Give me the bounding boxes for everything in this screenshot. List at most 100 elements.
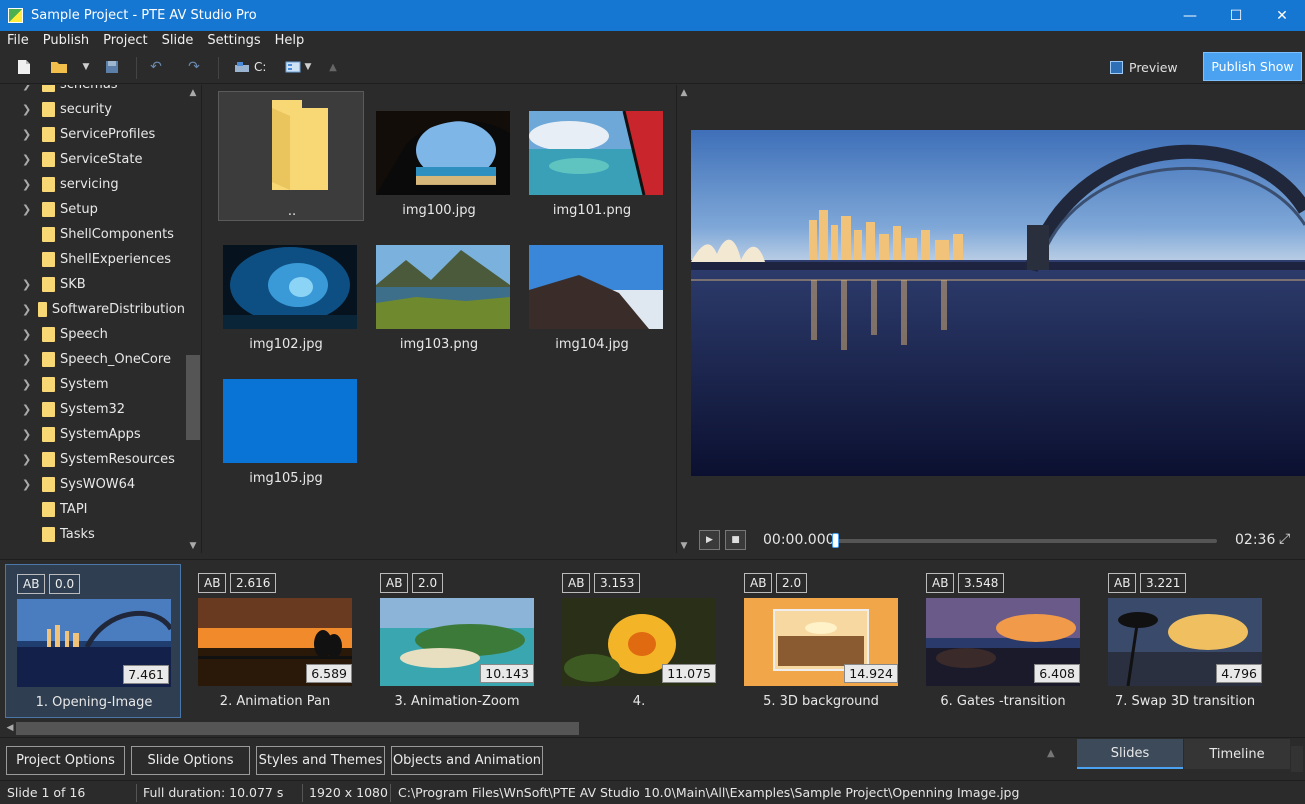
file-item-parent-folder[interactable]: .. xyxy=(218,91,364,221)
tree-item[interactable]: ❯ security xyxy=(0,97,185,122)
folder-tree-scroll-thumb[interactable] xyxy=(186,355,200,440)
tree-item[interactable]: ❯ Speech xyxy=(0,322,185,347)
slide-card[interactable]: AB 2.616 6.589 2. Animation Pan xyxy=(187,564,363,718)
transition-duration-badge[interactable]: 0.0 xyxy=(49,574,81,594)
objects-animation-button[interactable]: Objects and Animation xyxy=(391,746,543,775)
transition-duration-badge[interactable]: 3.548 xyxy=(958,573,1005,593)
tree-item[interactable]: ❯TAPI xyxy=(0,497,185,522)
tree-item[interactable]: ❯ShellComponents xyxy=(0,222,185,247)
slide-card[interactable]: AB 3.153 11.075 4. xyxy=(551,564,727,718)
menu-slide[interactable]: Slide xyxy=(155,31,201,51)
chevron-right-icon[interactable]: ❯ xyxy=(22,428,36,441)
undo-icon[interactable]: ↶ xyxy=(146,57,166,77)
slide-card[interactable]: AB 3.221 4.796 7. Swap 3D transition xyxy=(1097,564,1273,718)
publish-show-button[interactable]: Publish Show xyxy=(1203,52,1302,81)
transition-duration-badge[interactable]: 2.0 xyxy=(412,573,444,593)
menu-settings[interactable]: Settings xyxy=(200,31,267,51)
slide-options-button[interactable]: Slide Options xyxy=(131,746,250,775)
redo-icon[interactable]: ↷ xyxy=(184,57,204,77)
transition-type-badge[interactable]: AB xyxy=(562,573,591,593)
chevron-right-icon[interactable]: ❯ xyxy=(22,478,36,491)
stop-icon[interactable]: ■ xyxy=(725,530,746,550)
scroll-down-arrow-icon[interactable]: ▼ xyxy=(185,539,201,553)
collapse-arrow-icon[interactable]: ▲ xyxy=(1047,748,1055,759)
file-item-img101[interactable]: img101.png xyxy=(519,91,665,221)
tree-item[interactable]: ❯ Setup xyxy=(0,197,185,222)
chevron-right-icon[interactable]: ❯ xyxy=(22,128,36,141)
chevron-right-icon[interactable]: ❯ xyxy=(22,303,32,316)
menu-file[interactable]: File xyxy=(0,31,36,51)
slide-card[interactable]: AB 3.548 6.408 6. Gates -transition xyxy=(915,564,1091,718)
chevron-right-icon[interactable]: ❯ xyxy=(22,203,36,216)
slide-card[interactable]: AB 0.0 7.461 1. Opening-Image xyxy=(5,564,181,718)
scroll-up-arrow-icon[interactable]: ▲ xyxy=(676,86,692,100)
tree-item[interactable]: ❯ShellExperiences xyxy=(0,247,185,272)
tree-item[interactable]: ❯ System32 xyxy=(0,397,185,422)
scroll-up-arrow-icon[interactable]: ▲ xyxy=(185,86,201,100)
file-browser-scrollbar[interactable] xyxy=(676,85,690,553)
view-mode-dropdown-icon[interactable]: ▼ xyxy=(298,57,318,77)
tree-item[interactable]: ❯ SystemApps xyxy=(0,422,185,447)
minimize-button[interactable]: — xyxy=(1167,0,1213,31)
preview-image[interactable] xyxy=(691,130,1305,476)
transition-duration-badge[interactable]: 2.0 xyxy=(776,573,808,593)
menu-publish[interactable]: Publish xyxy=(36,31,96,51)
chevron-right-icon[interactable]: ❯ xyxy=(22,453,36,466)
file-item-img100[interactable]: img100.jpg xyxy=(366,91,512,221)
tree-item[interactable]: ❯ schemas xyxy=(0,85,185,97)
save-icon[interactable] xyxy=(102,57,122,77)
styles-themes-button[interactable]: Styles and Themes xyxy=(256,746,385,775)
chevron-right-icon[interactable]: ❯ xyxy=(22,378,36,391)
maximize-button[interactable]: ☐ xyxy=(1213,0,1259,31)
file-item-img102[interactable]: img102.jpg xyxy=(213,225,359,355)
tree-item[interactable]: ❯ SysWOW64 xyxy=(0,472,185,497)
tree-item[interactable]: ❯ SoftwareDistribution xyxy=(0,297,185,322)
transition-type-badge[interactable]: AB xyxy=(926,573,955,593)
file-item-img105[interactable]: img105.jpg xyxy=(213,359,359,489)
transition-type-badge[interactable]: AB xyxy=(17,574,46,594)
chevron-right-icon[interactable]: ❯ xyxy=(22,353,36,366)
slide-card[interactable]: AB 2.0 14.924 5. 3D background xyxy=(733,564,909,718)
seek-knob[interactable] xyxy=(832,533,839,548)
chevron-right-icon[interactable]: ❯ xyxy=(22,178,36,191)
scroll-down-arrow-icon[interactable]: ▼ xyxy=(676,539,692,553)
preview-button[interactable]: Preview xyxy=(1100,54,1196,81)
transition-type-badge[interactable]: AB xyxy=(198,573,227,593)
transition-type-badge[interactable]: AB xyxy=(744,573,773,593)
tree-item[interactable]: ❯ servicing xyxy=(0,172,185,197)
tab-timeline[interactable]: Timeline xyxy=(1184,739,1290,769)
tree-item[interactable]: ❯ ServiceProfiles xyxy=(0,122,185,147)
drive-icon[interactable] xyxy=(232,57,252,77)
play-icon[interactable]: ▶ xyxy=(699,530,720,550)
transition-duration-badge[interactable]: 3.221 xyxy=(1140,573,1187,593)
new-file-icon[interactable] xyxy=(14,57,34,77)
chevron-right-icon[interactable]: ❯ xyxy=(22,153,36,166)
slides-scroll-thumb[interactable] xyxy=(16,722,579,735)
chevron-right-icon[interactable]: ❯ xyxy=(22,103,36,116)
tree-item[interactable]: ❯ Speech_OneCore xyxy=(0,347,185,372)
transition-duration-badge[interactable]: 3.153 xyxy=(594,573,641,593)
menu-help[interactable]: Help xyxy=(268,31,312,51)
tree-item[interactable]: ❯ System xyxy=(0,372,185,397)
slide-card[interactable]: AB 2.0 10.143 3. Animation-Zoom xyxy=(369,564,545,718)
tree-item[interactable]: ❯ SystemResources xyxy=(0,447,185,472)
project-options-button[interactable]: Project Options xyxy=(6,746,125,775)
tab-scroll-handle[interactable] xyxy=(1291,746,1303,772)
transition-duration-badge[interactable]: 2.616 xyxy=(230,573,277,593)
seek-bar[interactable] xyxy=(835,539,1217,543)
tree-item[interactable]: ❯ SKB xyxy=(0,272,185,297)
transition-type-badge[interactable]: AB xyxy=(380,573,409,593)
folder-up-icon[interactable]: ▲ xyxy=(323,57,343,77)
chevron-right-icon[interactable]: ❯ xyxy=(22,328,36,341)
tree-item[interactable]: ❯ ServiceState xyxy=(0,147,185,172)
tab-slides[interactable]: Slides xyxy=(1077,739,1183,769)
chevron-right-icon[interactable]: ❯ xyxy=(22,403,36,416)
fullscreen-icon[interactable]: ⤢ xyxy=(1279,531,1290,547)
folder-tree-scrollbar[interactable] xyxy=(185,85,201,553)
tree-item[interactable]: ❯Tasks xyxy=(0,522,185,547)
chevron-right-icon[interactable]: ❯ xyxy=(22,85,36,91)
drive-label[interactable]: C: xyxy=(254,60,266,74)
menu-project[interactable]: Project xyxy=(96,31,154,51)
chevron-right-icon[interactable]: ❯ xyxy=(22,278,36,291)
file-item-img103[interactable]: img103.png xyxy=(366,225,512,355)
